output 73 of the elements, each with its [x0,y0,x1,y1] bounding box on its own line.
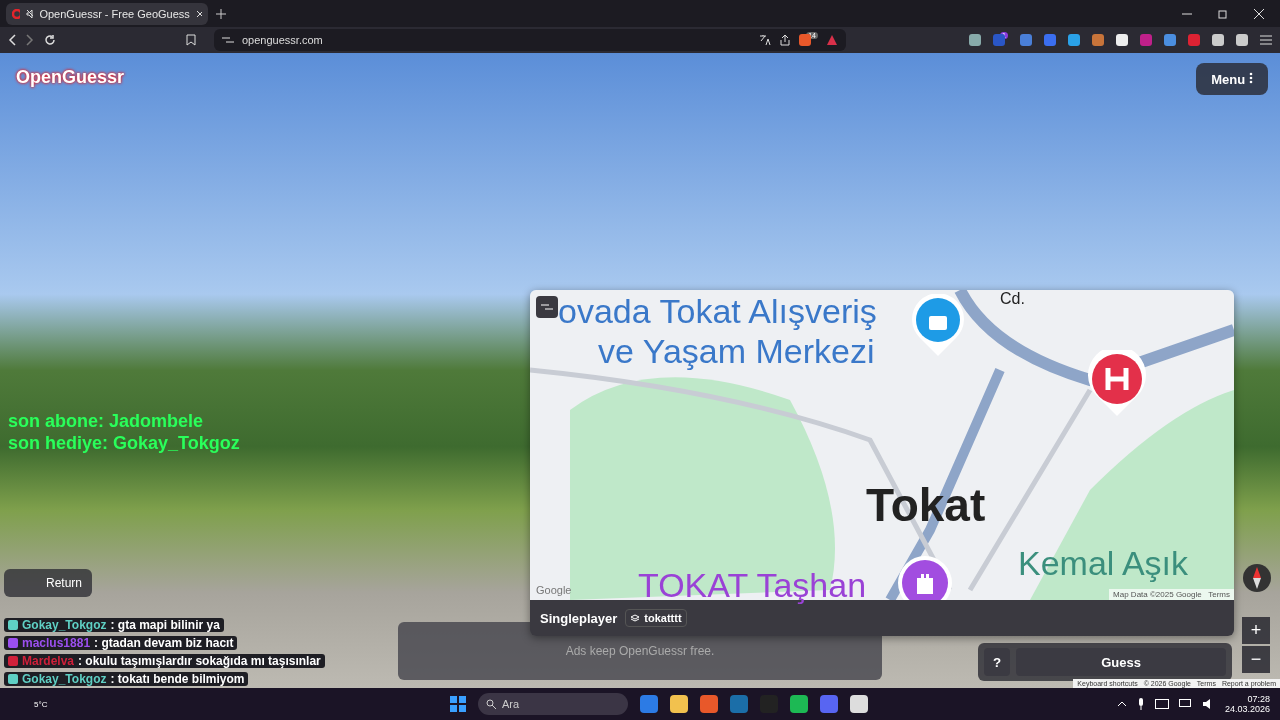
triangle-icon[interactable] [826,34,838,46]
chat-username: Mardelva [22,654,75,668]
clock-date[interactable]: 24.03.2026 [1224,704,1270,714]
sliders-icon [541,302,553,312]
url-text: openguessr.com [242,34,324,46]
search-placeholder: Ara [502,698,520,710]
extension-icon[interactable] [1212,34,1224,46]
compass-icon[interactable] [1242,563,1272,593]
map-name-chip[interactable]: tokatttt [625,609,687,627]
chat-username: maclus1881 [22,636,91,650]
chat-username: Gokay_Tokgoz [22,618,107,632]
more-icon [1248,71,1253,84]
reload-icon[interactable] [44,34,56,46]
google-watermark-text: Google [536,584,572,596]
share-icon[interactable] [779,34,792,46]
taskbar-app-icon[interactable] [670,695,688,713]
tab-title: OpenGuessr - Free GeoGuess [39,7,190,20]
bookmark-icon[interactable] [186,34,196,46]
extension-icon[interactable] [1236,34,1248,46]
game-mode-text: Singleplayer [540,610,618,626]
taskbar-app-icon[interactable] [820,695,838,713]
close-icon[interactable] [195,9,202,18]
menu-icon[interactable] [1260,35,1272,45]
ad-text: Ads keep OpenGuessr free. [565,644,715,658]
zoom-out-button[interactable]: − [1242,646,1270,673]
return-button[interactable]: Return [4,569,92,597]
site-logo-icon [12,8,20,19]
map-label: Tokat [866,478,986,532]
browser-tab[interactable]: OpenGuessr - Free GeoGuess [6,2,208,25]
chat-message: : tokatı bende bilmiyom [110,672,245,686]
taskbar-app-icon[interactable] [850,695,868,713]
taskbar-search[interactable]: Ara [478,693,628,715]
map-label: Kemal Aşık [1018,544,1189,583]
forward-icon[interactable] [26,34,34,46]
guess-button[interactable]: Guess [1016,648,1226,676]
map-label: Cd. [1000,290,1025,308]
taskbar-app-icon[interactable] [640,695,658,713]
zoom-in-button[interactable]: + [1242,617,1270,644]
layers-icon [630,613,641,623]
chat-username: Gokay_Tokgoz [22,672,107,686]
extension-icon[interactable] [969,34,982,46]
street-photo[interactable] [0,53,1280,688]
map-label: ovada Tokat Alışveriş [558,292,877,331]
translate-icon[interactable] [759,34,772,46]
taskbar-app-icon[interactable] [730,695,748,713]
hospital-pin-icon [1086,350,1148,418]
taskbar-app-icon[interactable] [790,695,808,713]
back-icon[interactable] [8,34,16,46]
extension-icon[interactable] [1164,34,1176,46]
windows-start-icon[interactable] [450,696,466,712]
site-settings-icon[interactable] [222,35,234,45]
chevron-up-icon[interactable] [1116,701,1127,707]
clock-time[interactable]: 07:28 [1247,694,1270,704]
muted-speaker-icon[interactable] [25,8,34,19]
taskbar-app-icon[interactable] [700,695,718,713]
extension-icon[interactable] [1116,34,1128,46]
microphone-icon[interactable] [1136,698,1145,710]
restore-icon[interactable] [1218,8,1228,19]
help-button[interactable]: ? [984,648,1010,676]
stream-overlay-text: son abone: Jadombele [8,411,204,432]
chat-message: : okulu taşımışlardır sokağıda mı taşısınlar [78,654,321,668]
extension-icon[interactable] [1068,34,1080,46]
layers-button[interactable] [536,296,558,318]
close-icon[interactable] [1254,8,1264,19]
weather-text: 5°C [33,699,49,709]
chat-message: : gtadan devam biz hacıt [94,636,234,650]
map-attribution: Map Data ©2025 Google Terms [1109,589,1234,600]
menu-button[interactable]: Menu [1196,63,1268,95]
stream-overlay-text: son hediye: Gokay_Tokgoz [8,433,240,454]
chat-message: : gta mapi bilinir ya [110,618,220,632]
map-label: ve Yaşam Merkezi [598,332,875,371]
new-tab-icon[interactable] [216,8,226,19]
search-icon [486,699,496,709]
